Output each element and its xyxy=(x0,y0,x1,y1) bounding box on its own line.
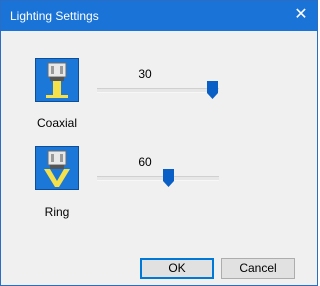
coaxial-label: Coaxial xyxy=(36,116,78,130)
lighting-settings-dialog: Lighting Settings ✕ Coaxial 30 Ring 60 O… xyxy=(0,0,318,286)
ring-label: Ring xyxy=(44,205,70,219)
coaxial-light-icon[interactable] xyxy=(35,58,79,102)
title-bar: Lighting Settings ✕ xyxy=(1,1,317,31)
window-title: Lighting Settings xyxy=(10,9,99,23)
ring-light-icon[interactable] xyxy=(35,146,79,190)
coaxial-slider-track[interactable] xyxy=(97,88,219,93)
cancel-button[interactable]: Cancel xyxy=(221,258,295,279)
ring-slider-thumb[interactable] xyxy=(163,169,174,187)
ring-slider-track[interactable] xyxy=(97,176,219,181)
coaxial-value: 30 xyxy=(138,67,152,81)
close-button[interactable]: ✕ xyxy=(293,7,309,23)
ring-value: 60 xyxy=(138,155,152,169)
ok-button[interactable]: OK xyxy=(140,258,214,279)
coaxial-slider-thumb[interactable] xyxy=(207,81,218,99)
